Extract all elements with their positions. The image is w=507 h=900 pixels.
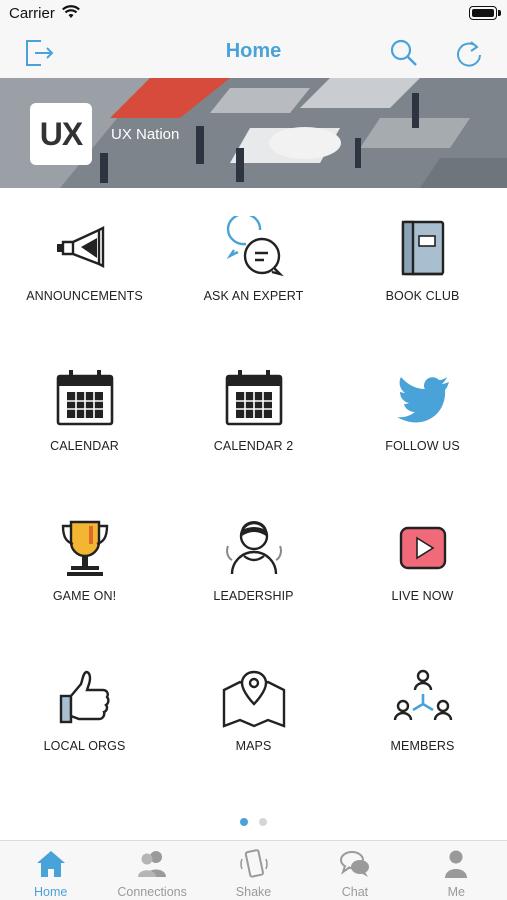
org-logo: UX bbox=[30, 103, 92, 165]
page-dot-active[interactable] bbox=[240, 818, 248, 826]
status-bar: Carrier bbox=[0, 0, 507, 28]
thumbs-up-icon bbox=[53, 666, 117, 730]
tab-connections[interactable]: Connections bbox=[101, 841, 202, 900]
tile-label: ANNOUNCEMENTS bbox=[26, 289, 143, 303]
tile-label: FOLLOW US bbox=[385, 439, 460, 453]
tab-label: Home bbox=[34, 885, 68, 899]
tile-calendar-2[interactable]: CALENDAR 2 bbox=[169, 338, 338, 488]
twitter-bird-icon bbox=[391, 366, 455, 430]
people-icon bbox=[136, 849, 168, 879]
trophy-icon bbox=[53, 516, 117, 580]
video-play-icon bbox=[391, 516, 455, 580]
battery-icon bbox=[469, 6, 497, 20]
tab-bar: Home Connections Shake Chat Me bbox=[0, 840, 507, 900]
feature-grid: ANNOUNCEMENTS ASK AN EXPERT BOOK CLUB CA… bbox=[0, 188, 507, 808]
book-icon bbox=[391, 216, 455, 280]
person-icon bbox=[440, 849, 472, 879]
calendar-icon bbox=[53, 366, 117, 430]
tile-local-orgs[interactable]: LOCAL ORGS bbox=[0, 638, 169, 788]
tab-me[interactable]: Me bbox=[406, 841, 507, 900]
page-dot[interactable] bbox=[259, 818, 267, 826]
wifi-icon bbox=[62, 5, 80, 24]
search-icon bbox=[390, 39, 417, 66]
chat-icon bbox=[339, 849, 371, 879]
tile-follow-us[interactable]: FOLLOW US bbox=[338, 338, 507, 488]
page-indicator[interactable] bbox=[0, 818, 507, 828]
megaphone-icon bbox=[53, 216, 117, 280]
map-pin-icon bbox=[222, 666, 286, 730]
tab-label: Connections bbox=[117, 885, 187, 899]
tile-maps[interactable]: MAPS bbox=[169, 638, 338, 788]
tile-book-club[interactable]: BOOK CLUB bbox=[338, 188, 507, 338]
leader-person-icon bbox=[222, 516, 286, 580]
tile-label: LEADERSHIP bbox=[213, 589, 294, 603]
tile-members[interactable]: MEMBERS bbox=[338, 638, 507, 788]
phone-shake-icon bbox=[238, 849, 270, 879]
tile-label: GAME ON! bbox=[52, 589, 117, 603]
chat-bubbles-icon bbox=[222, 212, 286, 280]
carrier-label: Carrier bbox=[9, 5, 55, 22]
tile-label: LOCAL ORGS bbox=[43, 739, 126, 753]
tab-chat[interactable]: Chat bbox=[304, 841, 405, 900]
search-button[interactable] bbox=[387, 36, 421, 70]
tab-home[interactable]: Home bbox=[0, 841, 101, 900]
tile-calendar[interactable]: CALENDAR bbox=[0, 338, 169, 488]
tile-label: MEMBERS bbox=[390, 739, 455, 753]
tab-label: Shake bbox=[235, 885, 272, 899]
tile-label: BOOK CLUB bbox=[385, 289, 460, 303]
tab-label: Me bbox=[447, 885, 466, 899]
refresh-button[interactable] bbox=[452, 36, 486, 70]
members-network-icon bbox=[391, 666, 455, 730]
refresh-icon bbox=[457, 41, 481, 67]
tab-shake[interactable]: Shake bbox=[203, 841, 304, 900]
page-title: Home bbox=[225, 40, 282, 62]
tile-label: CALENDAR bbox=[50, 439, 119, 453]
calendar-icon bbox=[222, 366, 286, 430]
tile-game-on[interactable]: GAME ON! bbox=[0, 488, 169, 638]
tile-label: ASK AN EXPERT bbox=[203, 289, 304, 303]
tile-label: MAPS bbox=[235, 739, 272, 753]
tile-leadership[interactable]: LEADERSHIP bbox=[169, 488, 338, 638]
tile-ask-an-expert[interactable]: ASK AN EXPERT bbox=[169, 188, 338, 338]
nav-bar: Home bbox=[0, 28, 507, 78]
org-name: UX Nation bbox=[111, 126, 180, 143]
tile-label: CALENDAR 2 bbox=[213, 439, 294, 453]
tile-live-now[interactable]: LIVE NOW bbox=[338, 488, 507, 638]
tile-label: LIVE NOW bbox=[391, 589, 454, 603]
home-icon bbox=[35, 849, 67, 879]
tile-announcements[interactable]: ANNOUNCEMENTS bbox=[0, 188, 169, 338]
tab-label: Chat bbox=[341, 885, 369, 899]
battery-tip bbox=[498, 10, 501, 16]
